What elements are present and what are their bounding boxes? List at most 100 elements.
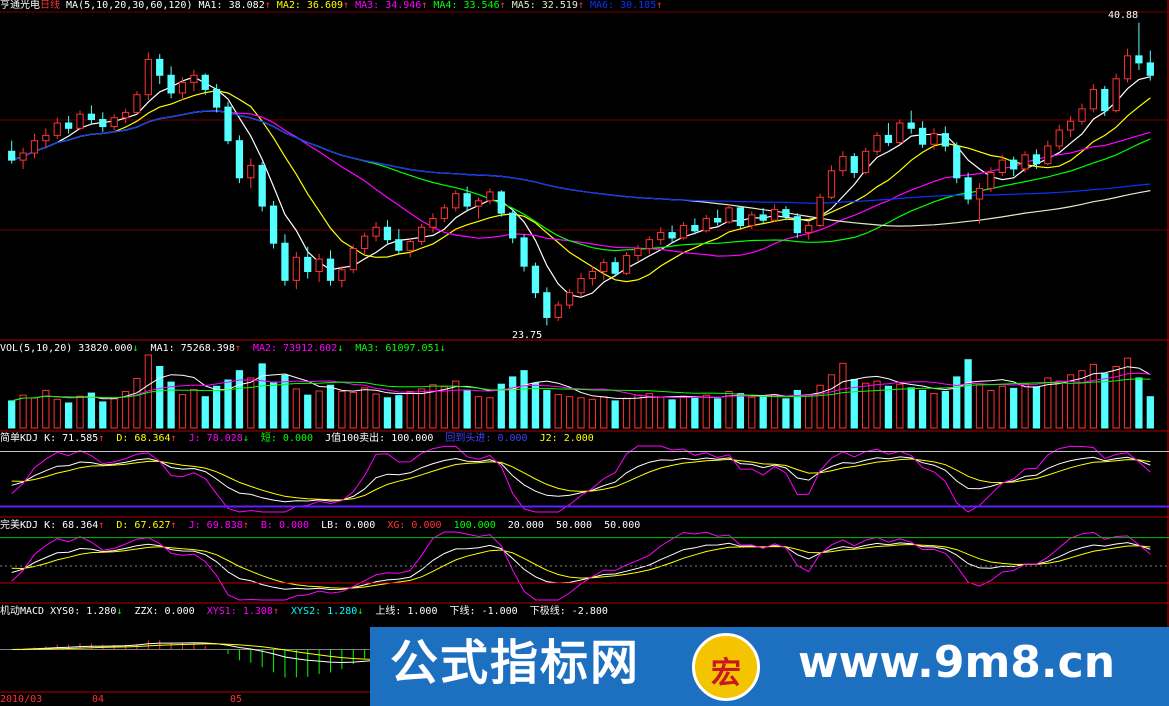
candle-body [315, 258, 323, 272]
low-price-label: 23.75 [512, 330, 543, 341]
candle-body [406, 240, 414, 251]
candle-body [520, 237, 528, 267]
volume-bar [383, 397, 392, 429]
watermark-title: 公式指标网 [390, 635, 641, 691]
stock-name: 亨通光电 [0, 0, 40, 11]
volume-bar [702, 394, 710, 429]
ma6-value: MA6: 30.185 [589, 0, 657, 11]
candle-body [953, 145, 961, 179]
candle-body [121, 111, 130, 119]
volume-bar [452, 380, 460, 429]
volume-bar [258, 363, 266, 429]
macd-floor: 下极线: -2.800 [529, 606, 608, 617]
candle-body [395, 239, 403, 251]
volume-bar [805, 394, 813, 429]
watermark-url: www.9m8.cn [798, 637, 1116, 688]
kdj1-jsell: J值100卖出: 100.000 [325, 433, 434, 444]
volume-bar [349, 392, 357, 429]
macd-upper: 上线: 1.000 [375, 606, 438, 617]
ma3-value: MA3: 34.946 [355, 0, 422, 11]
volume-bar [862, 382, 870, 429]
candle-body [8, 150, 16, 161]
candle-body [657, 232, 665, 241]
candle-body [99, 118, 107, 128]
volume-bar [201, 396, 209, 429]
candle-body [76, 113, 84, 129]
candle-body [543, 292, 551, 318]
candle-body [178, 81, 187, 94]
kdj1-k: K: 71.585 [44, 433, 99, 444]
vol-params: VOL(5,10,20) [0, 343, 73, 354]
price-header: 亨通光电日线 MA(5,10,20,30,60,120) MA1: 38.082… [0, 0, 663, 11]
volume-bar [691, 397, 699, 429]
kdj1-j-line [11, 445, 1151, 513]
candle-body [611, 262, 619, 274]
volume-bar [736, 393, 745, 429]
period-label[interactable]: 日线 [40, 0, 60, 11]
candle-body [156, 58, 164, 76]
volume-bar [657, 396, 665, 429]
volume-bar [964, 359, 972, 429]
candle-body [463, 193, 471, 207]
candle-body [383, 226, 392, 241]
volume-bar [600, 396, 608, 429]
candle-body [554, 304, 562, 318]
volume-bar [611, 400, 619, 429]
candle-body [1010, 159, 1018, 170]
ma4-value: MA4: 33.546 [433, 0, 500, 11]
volume-bar [918, 389, 927, 429]
volume-bar [531, 382, 540, 429]
volume-bar [588, 398, 597, 429]
candle-body [964, 177, 972, 200]
kdj2-j: J: 69.838 [188, 520, 243, 531]
kdj2-lb: LB: 0.000 [321, 520, 376, 531]
candle-body [440, 207, 448, 219]
candle-body [793, 216, 801, 234]
volume-bar [315, 390, 323, 429]
candle-body [349, 248, 357, 271]
volume-bar [19, 394, 27, 429]
candle-body [269, 205, 278, 244]
volume-bar [213, 385, 221, 429]
candle-body [714, 217, 722, 223]
volume-bar [782, 398, 790, 429]
candle-body [645, 239, 653, 250]
candle-body [429, 217, 437, 228]
candle-body [827, 170, 836, 198]
volume-bar [235, 370, 244, 429]
candle-body [53, 122, 61, 136]
candle-body [258, 164, 266, 207]
candle-body [702, 217, 710, 232]
date-label-mar: 2010/03 [0, 694, 43, 705]
candle-body [907, 122, 915, 129]
kdj2-v1: 100.000 [453, 520, 496, 531]
candle-body [452, 193, 460, 209]
volume-bar [930, 393, 938, 429]
candle-body [1123, 55, 1132, 80]
candle-body [1066, 120, 1075, 131]
volume-bar [440, 386, 448, 429]
candle-body [19, 152, 27, 161]
candle-body [816, 196, 824, 227]
candle-body [725, 207, 733, 223]
volume-bar [1055, 380, 1063, 429]
ma2-value: MA2: 36.609 [276, 0, 344, 11]
candle-body [64, 122, 73, 129]
volume-bar [873, 380, 881, 429]
candle-body [292, 256, 300, 281]
candle-body [622, 255, 631, 274]
volume-bar [645, 393, 653, 429]
candle-body [805, 225, 813, 234]
vol-ma2: MA2: 73912.602 [252, 343, 338, 354]
volume-bar [395, 395, 403, 429]
candle-body [87, 113, 96, 120]
macd-zzx: ZZX: 0.000 [134, 606, 195, 617]
macd-header: 机动MACD XYS0: 1.280↓, ZZX: 0.000, XYS1: 1… [0, 606, 608, 617]
volume-bar [520, 370, 528, 429]
candle-body [531, 265, 540, 294]
candle-body [748, 214, 756, 227]
logo-char: 宏 [711, 656, 741, 691]
kdj1-name: 简单KDJ [0, 433, 39, 444]
candle-body [190, 74, 198, 83]
candle-body [918, 127, 927, 145]
